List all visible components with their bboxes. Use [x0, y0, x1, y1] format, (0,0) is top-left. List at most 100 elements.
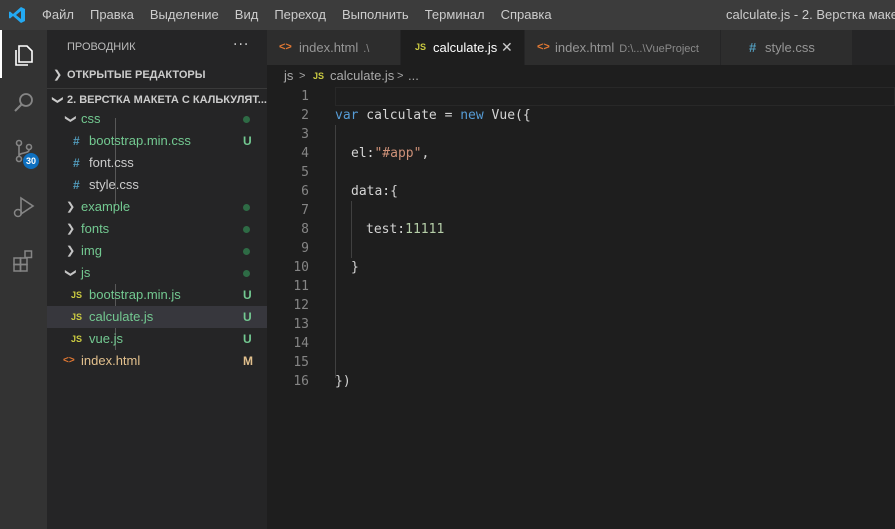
- tab-index-html-vueproject[interactable]: <> index.html D:\...\VueProject: [525, 30, 720, 65]
- js-file-icon: JS: [415, 42, 427, 52]
- more-actions-icon[interactable]: ···: [233, 30, 249, 64]
- title-bar: Файл Правка Выделение Вид Переход Выполн…: [0, 0, 895, 30]
- menu-run[interactable]: Выполнить: [334, 0, 417, 30]
- tree-item-label: bootstrap.min.js: [89, 287, 181, 302]
- tree-item-label: example: [81, 199, 131, 214]
- code-text: test:11111: [366, 222, 445, 237]
- line-number: 9: [301, 241, 309, 256]
- git-status-badge: U: [243, 134, 252, 148]
- code-line: 3: [267, 125, 895, 144]
- html-file-icon: <>: [537, 41, 550, 53]
- chevron-down-icon: ❯: [64, 114, 77, 124]
- css-file-icon: #: [749, 40, 757, 55]
- html-file-icon: <>: [279, 41, 292, 53]
- tab-label: calculate.js: [433, 40, 498, 55]
- tree-folder-fonts[interactable]: ❯ fonts: [47, 218, 267, 240]
- workspace-label: 2. ВЕРСТКА МАКЕТА С КАЛЬКУЛЯТ...: [67, 94, 267, 106]
- breadcrumb-symbol[interactable]: ...: [408, 65, 419, 87]
- js-file-icon: JS: [71, 312, 83, 322]
- menu-help[interactable]: Справка: [493, 0, 560, 30]
- tree-item-label: fonts: [81, 221, 110, 236]
- code-line: 13: [267, 315, 895, 334]
- line-number: 8: [301, 222, 309, 237]
- line-number: 11: [293, 279, 309, 294]
- activity-source-control[interactable]: 30: [0, 126, 47, 174]
- tree-file-style-css[interactable]: # style.css: [47, 174, 267, 196]
- code-text: var calculate = new Vue({: [335, 108, 531, 123]
- explorer-sidebar: ПРОВОДНИК ··· ❯ ОТКРЫТЫЕ РЕДАКТОРЫ ❯ 2. …: [47, 30, 267, 529]
- breadcrumb-file[interactable]: calculate.js: [330, 65, 394, 87]
- menu-file[interactable]: Файл: [34, 0, 82, 30]
- activity-explorer[interactable]: [0, 30, 47, 78]
- line-number: 3: [301, 127, 309, 142]
- tab-label: index.html .\: [299, 40, 370, 55]
- git-status-dot: [243, 270, 250, 277]
- code-editor[interactable]: 1 2 var calculate = new Vue({ 3 4 el:"#a…: [267, 87, 895, 529]
- code-text: }): [335, 374, 351, 389]
- tree-item-label: bootstrap.min.css: [89, 133, 191, 148]
- breadcrumb-folder[interactable]: js: [284, 65, 293, 87]
- line-number: 16: [293, 374, 309, 389]
- menu-go[interactable]: Переход: [266, 0, 334, 30]
- line-number: 12: [293, 298, 309, 313]
- chevron-down-icon: ❯: [64, 268, 77, 278]
- tab-index-html[interactable]: <> index.html .\: [267, 30, 400, 65]
- chevron-right-icon: ❯: [66, 201, 76, 213]
- line-number: 10: [293, 260, 309, 275]
- menu-terminal[interactable]: Терминал: [417, 0, 493, 30]
- workspace-section[interactable]: ❯ 2. ВЕРСТКА МАКЕТА С КАЛЬКУЛЯТ...: [47, 88, 267, 110]
- code-line: 10 }: [267, 258, 895, 277]
- tree-folder-example[interactable]: ❯ example: [47, 196, 267, 218]
- menu-view[interactable]: Вид: [227, 0, 267, 30]
- js-file-icon: JS: [71, 290, 83, 300]
- activity-search[interactable]: [0, 78, 47, 126]
- line-number: 14: [293, 336, 309, 351]
- git-status-dot: [243, 116, 250, 123]
- tab-label: index.html D:\...\VueProject: [555, 40, 699, 55]
- tree-item-label: vue.js: [89, 331, 123, 346]
- line-number: 5: [301, 165, 309, 180]
- tab-style-css[interactable]: # style.css: [721, 30, 852, 65]
- close-icon[interactable]: ✕: [501, 30, 513, 65]
- code-line: 16 }): [267, 372, 895, 391]
- tree-item-label: style.css: [89, 177, 139, 192]
- git-status-badge: U: [243, 310, 252, 324]
- chevron-down-icon: ❯: [51, 95, 64, 105]
- css-file-icon: #: [73, 178, 80, 192]
- git-status-dot: [243, 248, 250, 255]
- code-line: 15: [267, 353, 895, 372]
- tree-folder-js[interactable]: ❯ js: [47, 262, 267, 284]
- tab-calculate-js[interactable]: JS calculate.js ✕: [401, 30, 524, 65]
- code-line: 11: [267, 277, 895, 296]
- tree-item-label: js: [81, 265, 91, 280]
- code-text: data:{: [351, 184, 398, 199]
- chevron-right-icon: ❯: [66, 245, 76, 257]
- extensions-icon: [13, 250, 33, 272]
- tree-file-index-html[interactable]: <> index.html M: [47, 350, 267, 372]
- chevron-right-icon: ❯: [53, 69, 63, 81]
- tree-file-vue-js[interactable]: JS vue.js U: [47, 328, 267, 350]
- tree-folder-img[interactable]: ❯ img: [47, 240, 267, 262]
- tree-folder-css[interactable]: ❯ css: [47, 108, 267, 130]
- menu-edit[interactable]: Правка: [82, 0, 142, 30]
- css-file-icon: #: [73, 134, 80, 148]
- js-file-icon: JS: [71, 334, 83, 344]
- tree-file-bootstrap-min-js[interactable]: JS bootstrap.min.js U: [47, 284, 267, 306]
- code-line: 8 test:11111: [267, 220, 895, 239]
- tree-file-bootstrap-min-css[interactable]: # bootstrap.min.css U: [47, 130, 267, 152]
- tree-file-calculate-js[interactable]: JS calculate.js U: [47, 306, 267, 328]
- vscode-logo-icon: [9, 7, 25, 23]
- menu-selection[interactable]: Выделение: [142, 0, 227, 30]
- git-status-dot: [243, 226, 250, 233]
- chevron-right-icon: >: [397, 70, 404, 82]
- source-control-badge: 30: [23, 153, 39, 169]
- tree-file-font-css[interactable]: # font.css: [47, 152, 267, 174]
- line-number: 7: [301, 203, 309, 218]
- open-editors-section[interactable]: ❯ ОТКРЫТЫЕ РЕДАКТОРЫ: [47, 64, 267, 86]
- code-line: 4 el:"#app",: [267, 144, 895, 163]
- git-status-badge: U: [243, 332, 252, 346]
- menu-bar: Файл Правка Выделение Вид Переход Выполн…: [34, 0, 560, 30]
- activity-extensions[interactable]: [0, 236, 47, 284]
- activity-run-debug[interactable]: [0, 182, 47, 230]
- run-debug-icon: [13, 196, 35, 218]
